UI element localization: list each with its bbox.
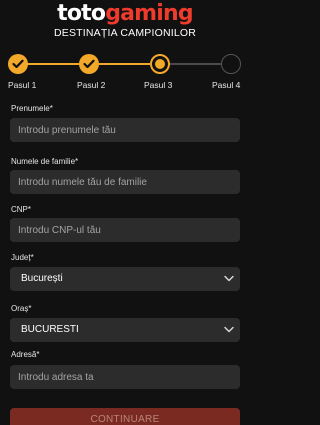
step-connector-3 (168, 63, 224, 65)
city-select-value: BUCURESTI (21, 324, 79, 335)
check-icon (12, 59, 24, 69)
step-2-label: Pasul 2 (77, 80, 106, 90)
step-1-label: Pasul 1 (8, 80, 37, 90)
check-icon (83, 59, 95, 69)
step-connector-1 (25, 63, 85, 65)
logo: totogaming (0, 2, 250, 26)
last-name-input[interactable] (10, 170, 240, 194)
county-select[interactable]: București (10, 267, 240, 291)
step-connector-2 (98, 63, 150, 65)
step-4-indicator (221, 54, 241, 74)
chevron-down-icon (224, 275, 234, 282)
county-label: Județ* (11, 253, 34, 262)
continue-button[interactable]: CONTINUARE (10, 408, 240, 425)
step-4-label: Pasul 4 (212, 80, 241, 90)
address-label: Adresă* (11, 350, 40, 359)
current-step-dot (155, 59, 165, 69)
cnp-label: CNP* (11, 205, 32, 214)
last-name-label: Numele de familie* (11, 157, 79, 166)
first-name-input[interactable] (10, 118, 240, 142)
city-select[interactable]: BUCURESTI (10, 318, 240, 342)
step-3-label: Pasul 3 (144, 80, 173, 90)
county-select-value: București (21, 273, 63, 284)
logo-part-gaming: gaming (105, 1, 193, 26)
tagline: DESTINAȚIA CAMPIONILOR (53, 27, 197, 39)
header: totogaming DESTINAȚIA CAMPIONILOR (0, 0, 250, 44)
address-input[interactable] (10, 365, 240, 389)
chevron-down-icon (224, 326, 234, 333)
cnp-input[interactable] (10, 218, 240, 242)
city-label: Oraș* (11, 304, 32, 313)
step-3-indicator (150, 54, 170, 74)
logo-part-toto: toto (57, 1, 106, 26)
step-2-indicator (79, 54, 99, 74)
first-name-label: Prenumele* (11, 104, 53, 113)
step-1-indicator (8, 54, 28, 74)
progress-stepper: Pasul 1 Pasul 2 Pasul 3 Pasul 4 (0, 54, 250, 90)
